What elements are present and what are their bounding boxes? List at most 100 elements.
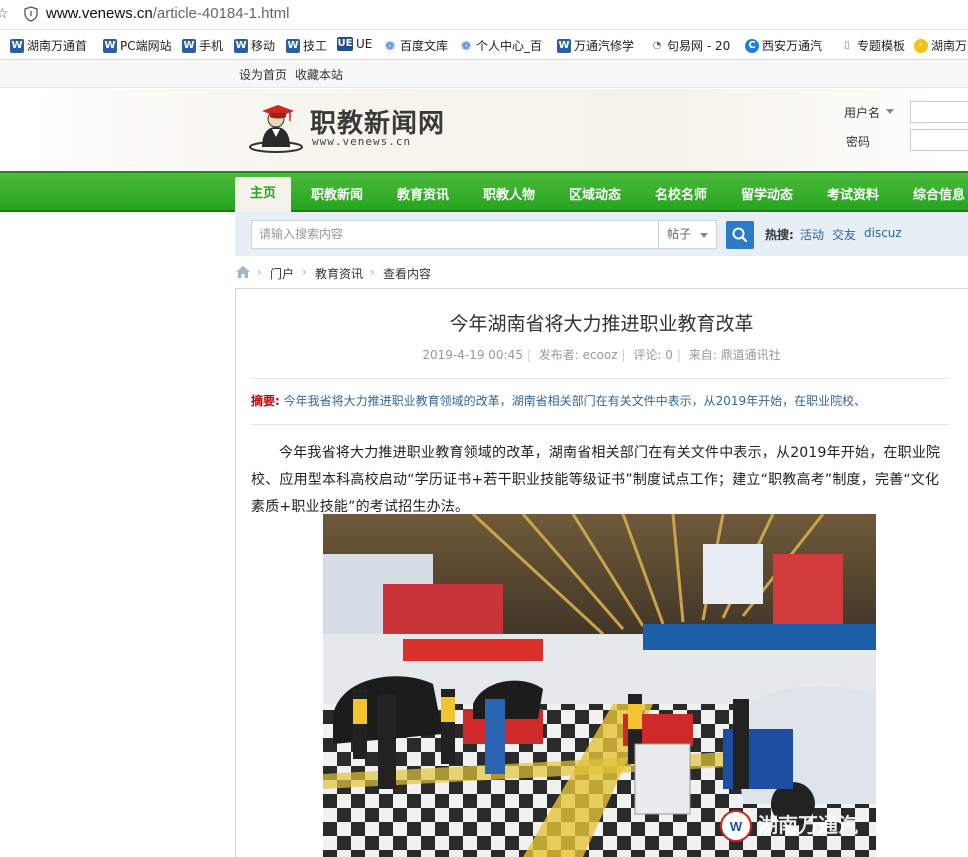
article-source: 来自: 鼎道通讯社	[688, 348, 781, 362]
workshop-photo-illustration: W 湖南万通汽	[323, 514, 876, 857]
bookmark-label: 湖南万	[931, 39, 968, 53]
nav-item-home[interactable]: 主页	[235, 177, 291, 212]
url-path: /article-40184-1.html	[152, 5, 290, 22]
search-input[interactable]: 请输入搜索内容	[251, 220, 659, 249]
hot-search-link[interactable]: 交友	[832, 226, 856, 243]
search-type-select[interactable]: 帖子	[659, 220, 717, 249]
ue-icon: UE	[337, 37, 353, 51]
chevron-down-icon[interactable]	[886, 109, 894, 114]
bookmark-label: 专题模板	[857, 39, 906, 53]
bookmark-label: 湖南万通首	[27, 39, 88, 53]
bookmark-label: 西安万通汽	[762, 39, 823, 53]
search-button[interactable]	[726, 221, 754, 249]
bookmark-label: UE	[356, 37, 373, 51]
bookmark-item[interactable]: W 湖南万通首	[10, 37, 87, 54]
nav-item[interactable]: 职教人物	[483, 184, 535, 203]
svg-text:W: W	[730, 819, 743, 834]
nav-item[interactable]: 考试资料	[827, 184, 879, 203]
nav-item[interactable]: 职教新闻	[311, 184, 363, 203]
w-logo-icon: W	[103, 38, 117, 53]
breadcrumb-item[interactable]: 教育资讯	[315, 265, 363, 282]
bookmark-site-link[interactable]: 收藏本站	[295, 66, 343, 83]
divider	[251, 378, 949, 379]
circle-icon: ◔	[652, 39, 662, 51]
bookmark-label: 百度文库	[400, 39, 449, 53]
hot-search-link[interactable]: 活动	[800, 226, 824, 243]
summary-label: 摘要:	[251, 394, 280, 408]
bookmark-item[interactable]: W PC端网站	[103, 37, 172, 54]
bookmark-item[interactable]: W 万通汽修学	[557, 37, 634, 54]
w-logo-icon: W	[557, 38, 571, 53]
hot-search-label: 热搜:	[765, 228, 794, 242]
bookmark-item[interactable]: · 湖南万	[914, 37, 967, 54]
bookmark-item[interactable]: ❁ 个人中心_百	[459, 37, 542, 54]
chevron-right-icon: ›	[257, 265, 262, 279]
bookmark-label: PC端网站	[120, 39, 172, 53]
chevron-right-icon: ›	[370, 265, 375, 279]
yellow-circle-icon: ·	[914, 38, 928, 53]
article-title: 今年湖南省将大力推进职业教育改革	[449, 313, 754, 335]
bookmark-label: 万通汽修学	[574, 39, 635, 53]
nav-item[interactable]: 综合信息	[913, 184, 965, 203]
site-topbar: 设为首页 收藏本站	[0, 60, 968, 88]
nav-item[interactable]: 名校名师	[655, 184, 707, 203]
nav-item[interactable]: 留学动态	[741, 184, 793, 203]
article-body: 今年我省将大力推进职业教育领域的改革，湖南省相关部门在有关文件中表示，从2019…	[251, 445, 941, 515]
nav-item[interactable]: 区域动态	[569, 184, 621, 203]
w-logo-icon: W	[10, 38, 24, 53]
w-logo-icon: W	[234, 38, 248, 53]
bookmark-item[interactable]: W 技工	[286, 37, 327, 54]
summary-text: 今年我省将大力推进职业教育领域的改革，湖南省相关部门在有关文件中表示，从2019…	[283, 394, 867, 408]
bookmark-label: 句易网 - 20	[667, 39, 731, 53]
username-input[interactable]	[910, 101, 968, 123]
bookmark-item[interactable]: ◔ 句易网 - 20	[650, 37, 731, 54]
article-summary: 摘要: 今年我省将大力推进职业教育领域的改革，湖南省相关部门在有关文件中表示，从…	[251, 392, 866, 409]
breadcrumb-item: 查看内容	[383, 267, 432, 281]
bookmark-item[interactable]: W 移动	[234, 37, 275, 54]
search-icon	[732, 227, 748, 243]
page-icon: ▯	[844, 39, 850, 51]
bookmark-label: 技工	[303, 39, 328, 53]
username-label[interactable]: 用户名	[844, 104, 880, 121]
article-date: 2019-4-19 00:45	[422, 348, 523, 362]
w-logo-icon: W	[182, 38, 196, 53]
breadcrumb-item[interactable]: 门户	[270, 265, 294, 282]
chevron-right-icon: ›	[302, 265, 307, 279]
main-nav: 主页 职教新闻 教育资讯 职教人物 区域动态 名校名师 留学动态 考试资料 综合…	[0, 171, 968, 212]
article-comments[interactable]: 评论: 0	[633, 348, 673, 362]
address-input[interactable]: www.venews.cn/article-40184-1.html	[46, 5, 289, 22]
bookmarks-bar: W 湖南万通首 W PC端网站 W 手机 W 移动 W 技工 UE UE ❁ 百度文库 ❁ 个人…	[0, 31, 968, 60]
star-icon[interactable]: ☆	[0, 6, 9, 22]
password-input[interactable]	[910, 129, 968, 151]
url-domain: www.venews.cn	[46, 5, 153, 22]
search-bar: 请输入搜索内容 帖子 热搜: 活动 交友 discuz	[235, 212, 968, 256]
shield-icon[interactable]	[24, 6, 38, 22]
bookmark-label: 个人中心_百	[476, 39, 543, 53]
paw-icon: ❁	[460, 38, 472, 53]
divider	[251, 424, 949, 425]
set-home-link[interactable]: 设为首页	[239, 66, 287, 83]
bookmark-label: 手机	[199, 39, 224, 53]
chevron-down-icon	[700, 233, 708, 238]
hot-search-link[interactable]: discuz	[864, 226, 902, 240]
article-photo[interactable]: W 湖南万通汽	[323, 514, 876, 857]
search-type-value: 帖子	[667, 227, 692, 241]
site-domain: www.venews.cn	[312, 135, 412, 148]
bookmark-label: 移动	[251, 39, 276, 53]
w-logo-icon: W	[286, 38, 300, 53]
bookmark-item[interactable]: C 西安万通汽	[745, 37, 822, 54]
bookmark-item[interactable]: ▯ 专题模板	[840, 37, 905, 54]
browser-address-bar: ☆ www.venews.cn/article-40184-1.html	[0, 0, 968, 30]
bookmark-item[interactable]: W 手机	[182, 37, 223, 54]
bookmark-item[interactable]: UE UE	[337, 37, 372, 51]
home-icon[interactable]	[235, 265, 251, 279]
article-meta: 2019-4-19 00:45 | 发布者: ecooz | 评论: 0 | 来自: …	[422, 348, 781, 362]
nav-item[interactable]: 教育资讯	[397, 184, 449, 203]
bookmark-item[interactable]: ❁ 百度文库	[383, 37, 448, 54]
paw-icon: ❁	[384, 38, 396, 53]
password-label: 密码	[846, 135, 871, 149]
graduate-logo-icon[interactable]	[248, 97, 304, 153]
blue-circle-icon: C	[745, 38, 759, 53]
photo-watermark: 湖南万通汽	[758, 813, 858, 837]
site-header: 职教新闻网 www.venews.cn 用户名 密码	[0, 89, 968, 171]
